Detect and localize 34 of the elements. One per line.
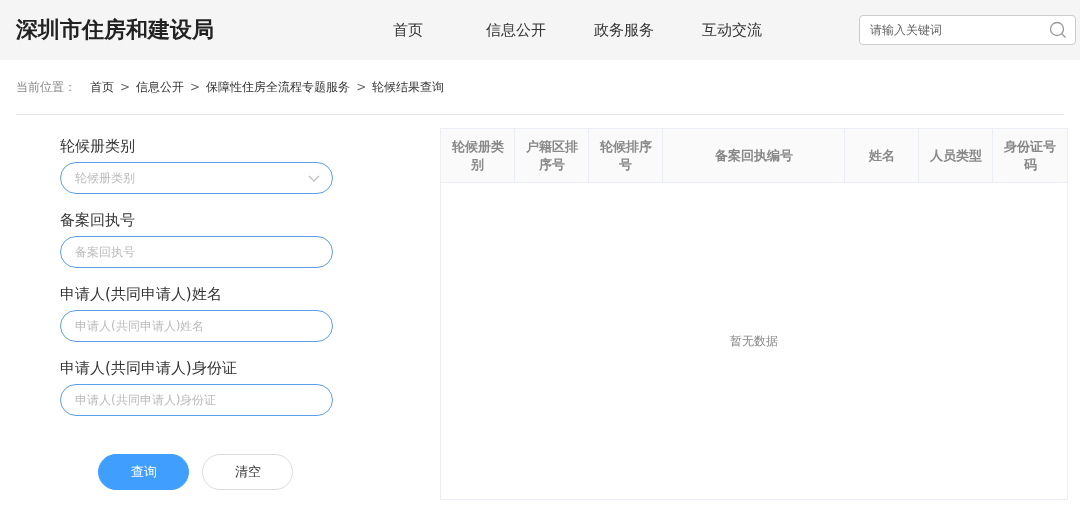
nav-link[interactable]: 政务服务	[570, 20, 678, 40]
breadcrumb-label: 当前位置：	[16, 78, 76, 96]
field-label: 备案回执号	[60, 210, 136, 230]
empty-message: 暂无数据	[730, 332, 778, 350]
breadcrumb-link[interactable]: 保障性住房全流程专题服务	[206, 78, 351, 96]
breadcrumb-separator: >	[356, 80, 367, 94]
field-label: 申请人(共同申请人)姓名	[60, 284, 223, 304]
text-input[interactable]: 备案回执号	[73, 244, 320, 260]
breadcrumb-link[interactable]: 轮候结果查询	[372, 78, 445, 96]
search-field[interactable]: 请输入关键词	[868, 22, 1049, 38]
column-header: 轮候排序号	[589, 129, 663, 182]
field-label: 轮候册类别	[60, 136, 136, 156]
text-input[interactable]: 申请人(共同申请人)身份证	[73, 392, 320, 408]
column-header: 姓名	[845, 129, 919, 182]
column-header: 身份证号码	[1003, 137, 1057, 174]
clear-button[interactable]: 清空	[202, 454, 293, 490]
column-header: 轮候册类别	[441, 129, 515, 182]
nav-link[interactable]: 互动交流	[678, 20, 786, 40]
column-header: 备案回执编号	[663, 129, 845, 182]
nav-link[interactable]: 首页	[354, 20, 462, 40]
dropdown-input[interactable]: 轮候册类别	[73, 170, 308, 186]
search-box[interactable]: 请输入关键词	[859, 15, 1076, 45]
breadcrumb-link[interactable]: 信息公开	[136, 78, 185, 96]
search-icon[interactable]	[1049, 21, 1067, 39]
site-title: 深圳市住房和建设局	[16, 16, 215, 44]
field-label: 申请人(共同申请人)身份证	[60, 358, 238, 378]
column-header: 人员类型	[919, 129, 993, 182]
chevron-down-icon[interactable]	[308, 174, 320, 182]
breadcrumb-separator: >	[190, 80, 201, 94]
breadcrumb-separator: >	[120, 80, 131, 94]
breadcrumb-link[interactable]: 首页	[90, 78, 114, 96]
column-header: 户籍区排序号	[515, 129, 589, 182]
text-input[interactable]: 申请人(共同申请人)姓名	[73, 318, 320, 334]
nav-link[interactable]: 信息公开	[462, 20, 570, 40]
